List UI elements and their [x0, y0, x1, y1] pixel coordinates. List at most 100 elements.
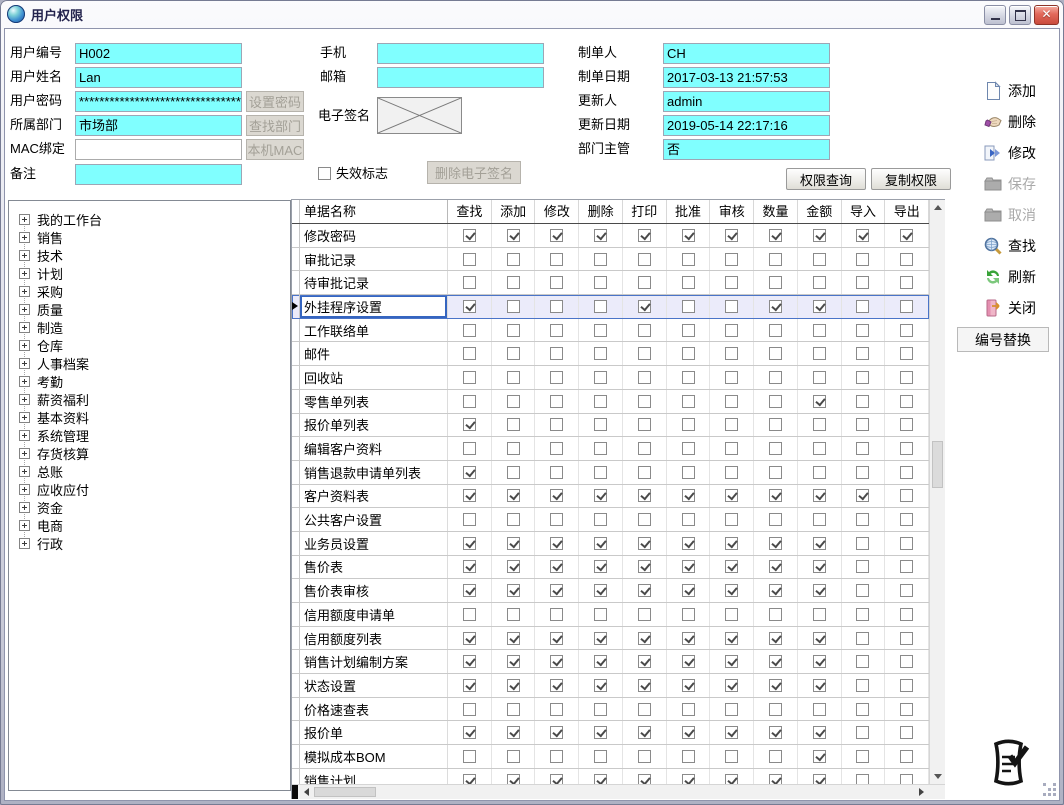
perm-cell[interactable]	[623, 603, 667, 626]
tree-expand-icon[interactable]	[19, 267, 30, 279]
perm-cell[interactable]	[710, 697, 755, 721]
perm-cell[interactable]	[754, 484, 798, 508]
tree-item[interactable]: 我的工作台	[9, 210, 290, 228]
perm-cell[interactable]	[492, 674, 536, 697]
modify-button[interactable]: 修改	[983, 140, 1036, 166]
perm-cell[interactable]	[448, 295, 492, 318]
perm-cell[interactable]	[710, 484, 755, 508]
tree-expand-icon[interactable]	[19, 285, 30, 297]
tree-expand-icon[interactable]	[19, 249, 30, 261]
perm-cell[interactable]	[842, 437, 886, 460]
perm-cell[interactable]	[448, 674, 492, 697]
mac-binding-select[interactable]	[75, 139, 242, 160]
vertical-scrollbar[interactable]	[929, 200, 945, 784]
scroll-down-button[interactable]	[930, 769, 946, 784]
tree-expand-icon[interactable]	[19, 393, 30, 405]
doc-name-cell[interactable]: 信用额度列表	[300, 626, 448, 650]
perm-cell[interactable]	[579, 460, 623, 484]
find-department-button[interactable]: 查找部门	[246, 115, 304, 136]
perm-cell[interactable]	[842, 460, 886, 484]
perm-cell[interactable]	[710, 531, 755, 555]
creator-field[interactable]: CH	[663, 43, 830, 64]
tree-item[interactable]: 基本资料	[9, 408, 290, 426]
perm-cell[interactable]	[535, 555, 580, 579]
doc-name-cell[interactable]: 报价单列表	[300, 413, 448, 437]
doc-name-cell[interactable]: 销售退款申请单列表	[300, 460, 448, 484]
perm-cell[interactable]	[842, 295, 886, 318]
perm-cell[interactable]	[842, 721, 886, 745]
vertical-scroll-thumb[interactable]	[932, 441, 943, 488]
perm-cell[interactable]	[667, 555, 711, 579]
tree-item[interactable]: 制造	[9, 318, 290, 336]
perm-cell[interactable]	[492, 531, 536, 555]
perm-cell[interactable]	[535, 413, 580, 437]
perm-cell[interactable]	[842, 224, 886, 247]
perm-cell[interactable]	[710, 224, 755, 247]
perm-cell[interactable]	[492, 484, 536, 508]
perm-cell[interactable]	[579, 342, 623, 366]
perm-cell[interactable]	[448, 579, 492, 602]
perm-cell[interactable]	[448, 437, 492, 460]
doc-name-cell[interactable]: 修改密码	[300, 224, 448, 247]
perm-cell[interactable]	[448, 531, 492, 555]
perm-cell[interactable]	[623, 389, 667, 413]
perm-cell[interactable]	[798, 413, 842, 437]
perm-cell[interactable]	[579, 318, 623, 342]
perm-cell[interactable]	[754, 555, 798, 579]
perm-cell[interactable]	[448, 697, 492, 721]
perm-cell[interactable]	[710, 271, 755, 295]
perm-cell[interactable]	[448, 366, 492, 389]
perm-cell[interactable]	[885, 768, 929, 784]
perm-cell[interactable]	[623, 484, 667, 508]
perm-cell[interactable]	[579, 697, 623, 721]
perm-cell[interactable]	[448, 342, 492, 366]
perm-cell[interactable]	[754, 697, 798, 721]
perm-cell[interactable]	[667, 413, 711, 437]
perm-cell[interactable]	[492, 437, 536, 460]
save-button[interactable]: 保存	[983, 171, 1036, 197]
perm-cell[interactable]	[798, 295, 842, 318]
create-date-field[interactable]: 2017-03-13 21:57:53	[663, 67, 830, 88]
perm-cell[interactable]	[842, 745, 886, 768]
perm-cell[interactable]	[667, 247, 711, 271]
perm-cell[interactable]	[842, 413, 886, 437]
scroll-right-button[interactable]	[913, 785, 929, 799]
perm-cell[interactable]	[754, 318, 798, 342]
perm-cell[interactable]	[798, 721, 842, 745]
tree-expand-icon[interactable]	[19, 357, 30, 369]
perm-cell[interactable]	[535, 697, 580, 721]
perm-cell[interactable]	[710, 247, 755, 271]
perm-cell[interactable]	[885, 413, 929, 437]
perm-cell[interactable]	[579, 626, 623, 650]
perm-cell[interactable]	[710, 508, 755, 531]
tree-expand-icon[interactable]	[19, 411, 30, 423]
perm-cell[interactable]	[448, 224, 492, 247]
doc-name-cell[interactable]: 销售计划	[300, 768, 448, 784]
perm-cell[interactable]	[667, 437, 711, 460]
perm-cell[interactable]	[798, 484, 842, 508]
perm-cell[interactable]	[579, 603, 623, 626]
perm-cell[interactable]	[535, 508, 580, 531]
perm-cell[interactable]	[535, 224, 580, 247]
update-date-field[interactable]: 2019-05-14 22:17:16	[663, 115, 830, 136]
perm-cell[interactable]	[448, 745, 492, 768]
perm-cell[interactable]	[842, 508, 886, 531]
perm-cell[interactable]	[623, 295, 667, 318]
perm-cell[interactable]	[535, 247, 580, 271]
perm-cell[interactable]	[579, 745, 623, 768]
perm-cell[interactable]	[492, 768, 536, 784]
perm-cell[interactable]	[710, 626, 755, 650]
perm-cell[interactable]	[623, 721, 667, 745]
tree-expand-icon[interactable]	[19, 375, 30, 387]
perm-cell[interactable]	[842, 271, 886, 295]
perm-cell[interactable]	[798, 224, 842, 247]
doc-name-cell[interactable]: 编辑客户资料	[300, 437, 448, 460]
perm-cell[interactable]	[667, 603, 711, 626]
perm-cell[interactable]	[842, 318, 886, 342]
perm-cell[interactable]	[492, 389, 536, 413]
tree-expand-icon[interactable]	[19, 483, 30, 495]
perm-cell[interactable]	[842, 674, 886, 697]
perm-cell[interactable]	[754, 247, 798, 271]
perm-cell[interactable]	[667, 224, 711, 247]
perm-cell[interactable]	[535, 650, 580, 674]
